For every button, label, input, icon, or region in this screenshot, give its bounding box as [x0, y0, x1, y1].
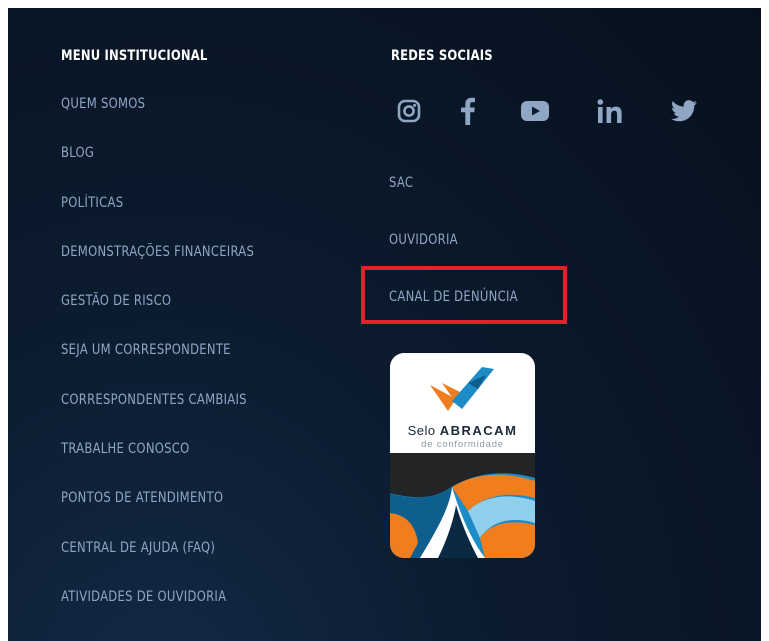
menu-institucional-heading: MENU INSTITUCIONAL: [61, 48, 208, 64]
menu-link-trabalhe-conosco[interactable]: TRABALHE CONOSCO: [61, 441, 254, 490]
seal-artwork: [390, 453, 535, 558]
seal-title-bold: ABRACAM: [439, 423, 518, 438]
instagram-icon[interactable]: [396, 98, 422, 124]
menu-link-blog[interactable]: BLOG: [61, 145, 254, 194]
menu-institucional-list: QUEM SOMOS BLOG POLÍTICAS DEMONSTRAÇÕES …: [61, 96, 271, 638]
selo-abracam-badge[interactable]: Selo ABRACAM de conformidade: [390, 353, 535, 558]
menu-link-correspondentes-cambiais[interactable]: CORRESPONDENTES CAMBIAIS: [61, 392, 254, 441]
highlight-annotation: [361, 266, 567, 324]
seal-title-regular: Selo: [407, 423, 440, 438]
linkedin-icon[interactable]: [596, 98, 626, 124]
facebook-icon[interactable]: [460, 96, 476, 126]
menu-link-pontos-de-atendimento[interactable]: PONTOS DE ATENDIMENTO: [61, 490, 254, 539]
twitter-icon[interactable]: [670, 99, 698, 123]
seal-subtitle: de conformidade: [421, 439, 504, 450]
seal-title: Selo ABRACAM: [390, 423, 535, 438]
menu-link-politicas[interactable]: POLÍTICAS: [61, 195, 254, 244]
site-footer: MENU INSTITUCIONAL QUEM SOMOS BLOG POLÍT…: [8, 8, 761, 641]
menu-link-quem-somos[interactable]: QUEM SOMOS: [61, 96, 254, 145]
menu-link-central-de-ajuda[interactable]: CENTRAL DE AJUDA (FAQ): [61, 540, 254, 589]
redes-sociais-heading: REDES SOCIAIS: [391, 48, 493, 64]
menu-link-demonstracoes-financeiras[interactable]: DEMONSTRAÇÕES FINANCEIRAS: [61, 244, 254, 293]
youtube-icon[interactable]: [520, 99, 550, 123]
social-icons-row: [396, 96, 698, 126]
menu-link-seja-um-correspondente[interactable]: SEJA UM CORRESPONDENTE: [61, 342, 254, 391]
sac-link[interactable]: SAC: [389, 175, 518, 232]
menu-link-atividades-de-ouvidoria[interactable]: ATIVIDADES DE OUVIDORIA: [61, 589, 254, 638]
menu-link-gestao-de-risco[interactable]: GESTÃO DE RISCO: [61, 293, 254, 342]
redes-sociais-column: REDES SOCIAIS SAC OUVIDORIA CANAL DE DEN…: [389, 48, 697, 305]
menu-institucional-column: MENU INSTITUCIONAL QUEM SOMOS BLOG POLÍT…: [61, 48, 254, 605]
abracam-logo-icon: [430, 367, 494, 411]
